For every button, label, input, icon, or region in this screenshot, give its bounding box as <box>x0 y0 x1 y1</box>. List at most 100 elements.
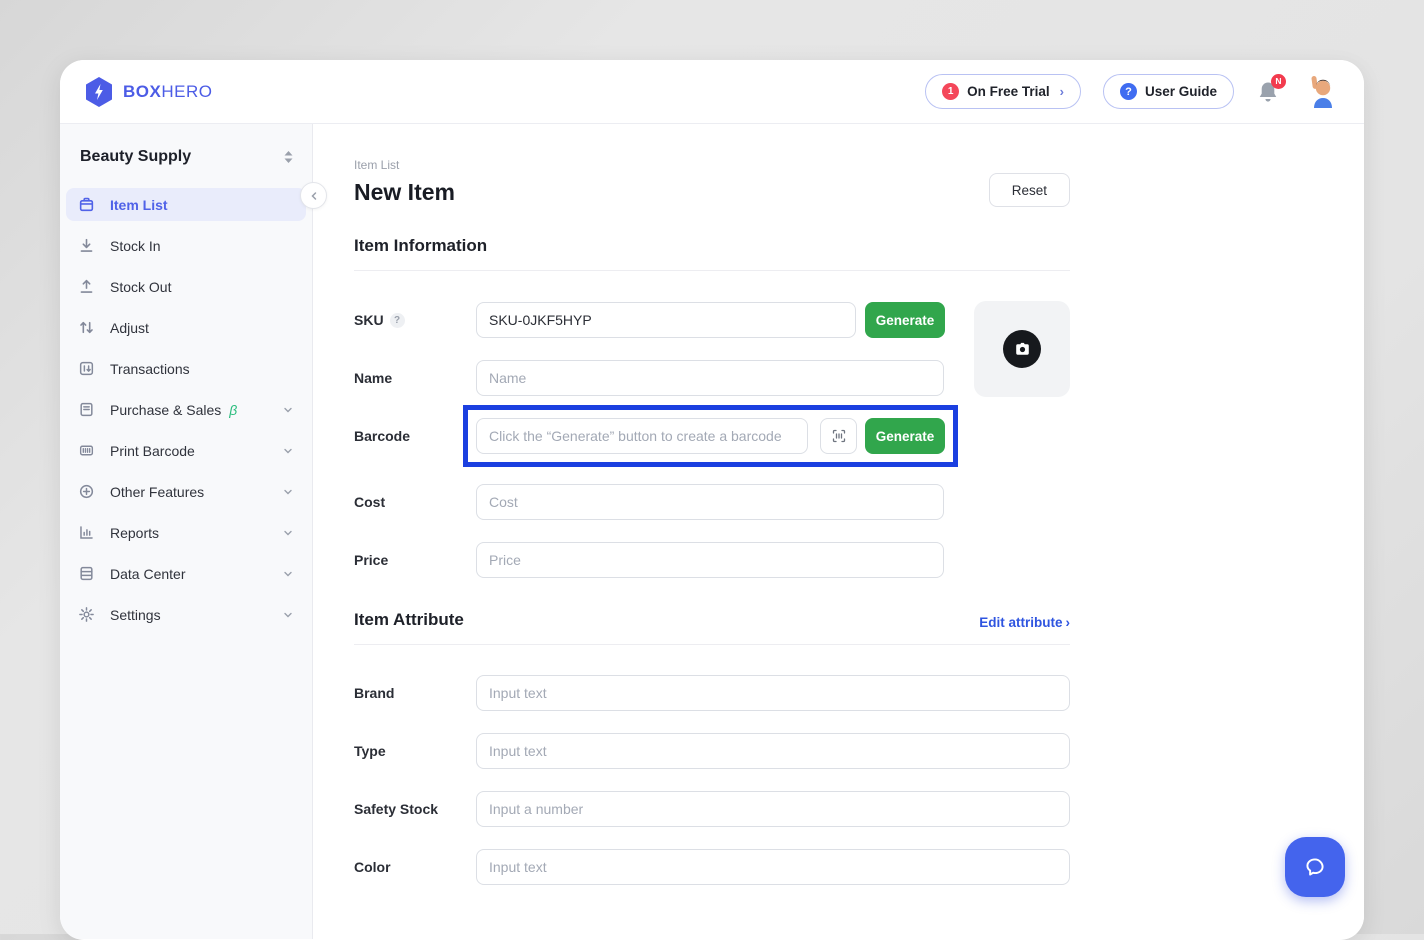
breadcrumb: Item List <box>354 158 1070 172</box>
print-barcode-icon <box>78 442 95 459</box>
section-divider <box>354 644 1070 645</box>
sidebar-item-label: Transactions <box>110 361 190 377</box>
sidebar-item-label: Purchase & Sales <box>110 402 221 418</box>
chat-bubble-icon <box>1302 854 1328 880</box>
brand-label: Brand <box>354 685 476 701</box>
boxhero-logo[interactable]: BOXHERO <box>84 76 212 108</box>
chevron-down-icon <box>282 568 294 580</box>
barcode-generate-button[interactable]: Generate <box>865 418 945 454</box>
safety-stock-row: Safety Stock <box>354 791 1070 827</box>
barcode-scan-button[interactable] <box>820 418 857 454</box>
chevron-down-icon <box>282 527 294 539</box>
sidebar-item-print-barcode[interactable]: Print Barcode <box>66 434 306 467</box>
chevron-down-icon <box>282 404 294 416</box>
adjust-icon <box>78 319 95 336</box>
item-image-upload[interactable] <box>974 301 1070 397</box>
brand-row: Brand <box>354 675 1070 711</box>
sidebar-item-label: Stock Out <box>110 279 171 295</box>
color-input[interactable] <box>476 849 1070 885</box>
edit-attribute-link[interactable]: Edit attribute › <box>979 615 1070 630</box>
reports-icon <box>78 524 95 541</box>
stock-in-icon <box>78 237 95 254</box>
chevron-right-icon: › <box>1060 84 1064 99</box>
price-input[interactable] <box>476 542 944 578</box>
price-label: Price <box>354 552 476 568</box>
main-content: Item List New Item Reset Item Informatio… <box>313 124 1364 939</box>
name-label: Name <box>354 370 476 386</box>
sidebar-item-label: Reports <box>110 525 159 541</box>
sidebar-item-reports[interactable]: Reports <box>66 516 306 549</box>
sidebar-item-label: Item List <box>110 197 168 213</box>
type-input[interactable] <box>476 733 1070 769</box>
sidebar-item-adjust[interactable]: Adjust <box>66 311 306 344</box>
stock-out-icon <box>78 278 95 295</box>
sidebar-item-purchase-sales[interactable]: Purchase & Sales β <box>66 393 306 426</box>
notification-count-badge: N <box>1271 74 1286 89</box>
price-row: Price <box>354 542 1070 578</box>
user-avatar[interactable] <box>1304 74 1340 110</box>
sku-help-icon[interactable]: ? <box>390 313 405 328</box>
sku-input[interactable] <box>476 302 856 338</box>
sidebar-item-settings[interactable]: Settings <box>66 598 306 631</box>
section-divider <box>354 270 1070 271</box>
type-row: Type <box>354 733 1070 769</box>
app-window: BOXHERO 1 On Free Trial › ? User Guide N <box>60 60 1364 940</box>
boxhero-hexagon-icon <box>84 76 114 108</box>
top-header: BOXHERO 1 On Free Trial › ? User Guide N <box>60 60 1364 124</box>
chevron-down-icon <box>282 445 294 457</box>
chevron-down-icon <box>282 609 294 621</box>
sidebar-item-data-center[interactable]: Data Center <box>66 557 306 590</box>
chat-support-button[interactable] <box>1285 837 1345 897</box>
cost-label: Cost <box>354 494 476 510</box>
safety-stock-input[interactable] <box>476 791 1070 827</box>
trial-days-badge-icon: 1 <box>942 83 959 100</box>
name-input[interactable] <box>476 360 944 396</box>
color-label: Color <box>354 859 476 875</box>
type-label: Type <box>354 743 476 759</box>
user-guide-button[interactable]: ? User Guide <box>1103 74 1234 109</box>
camera-icon <box>1003 330 1041 368</box>
sidebar-item-stock-in[interactable]: Stock In <box>66 229 306 262</box>
safety-stock-label: Safety Stock <box>354 801 476 817</box>
sidebar-item-label: Adjust <box>110 320 149 336</box>
package-icon <box>78 196 95 213</box>
barcode-row: Barcode Generate <box>354 418 1070 454</box>
sidebar-item-label: Settings <box>110 607 161 623</box>
sidebar-item-other-features[interactable]: Other Features <box>66 475 306 508</box>
sidebar-item-label: Other Features <box>110 484 204 500</box>
sku-row: SKU ? Generate <box>354 302 1070 338</box>
notification-bell-button[interactable]: N <box>1256 79 1282 105</box>
sidebar-item-label: Print Barcode <box>110 443 195 459</box>
sidebar-item-transactions[interactable]: Transactions <box>66 352 306 385</box>
sidebar-item-label: Stock In <box>110 238 161 254</box>
free-trial-label: On Free Trial <box>967 84 1050 99</box>
chevron-right-icon: › <box>1066 615 1071 630</box>
chevron-down-icon <box>282 486 294 498</box>
brand-input[interactable] <box>476 675 1070 711</box>
workspace-sort-icon <box>283 150 294 164</box>
sidebar-item-label: Data Center <box>110 566 185 582</box>
barcode-input[interactable] <box>476 418 808 454</box>
free-trial-button[interactable]: 1 On Free Trial › <box>925 74 1081 109</box>
other-features-icon <box>78 483 95 500</box>
boxhero-wordmark: BOXHERO <box>123 82 212 102</box>
barcode-scan-icon <box>831 428 847 444</box>
item-attribute-title: Item Attribute <box>354 610 464 630</box>
transactions-icon <box>78 360 95 377</box>
sku-generate-button[interactable]: Generate <box>865 302 945 338</box>
data-center-icon <box>78 565 95 582</box>
cost-input[interactable] <box>476 484 944 520</box>
question-icon: ? <box>1120 83 1137 100</box>
sidebar-collapse-button[interactable] <box>300 182 327 209</box>
reset-button[interactable]: Reset <box>989 173 1070 207</box>
sidebar-item-stock-out[interactable]: Stock Out <box>66 270 306 303</box>
item-information-title: Item Information <box>354 236 1070 256</box>
workspace-switcher[interactable]: Beauty Supply <box>66 144 306 188</box>
barcode-label: Barcode <box>354 428 476 444</box>
cost-row: Cost <box>354 484 1070 520</box>
settings-icon <box>78 606 95 623</box>
sidebar-item-item-list[interactable]: Item List <box>66 188 306 221</box>
barcode-highlight-box: Generate <box>463 405 958 467</box>
sidebar: Beauty Supply Item List Stock In <box>60 124 313 939</box>
workspace-name: Beauty Supply <box>80 148 191 166</box>
